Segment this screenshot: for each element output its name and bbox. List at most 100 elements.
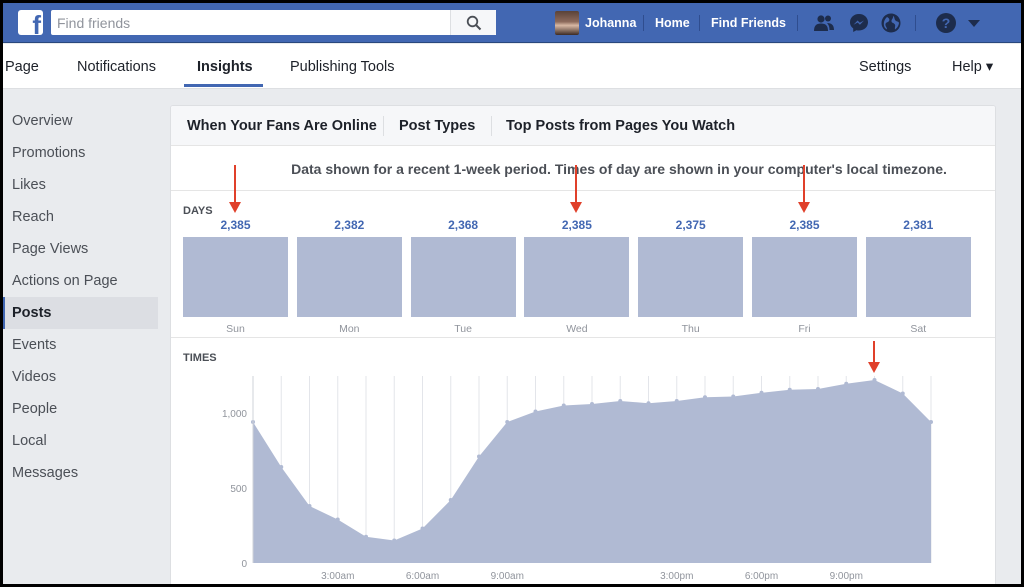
hour-point[interactable]	[307, 504, 312, 508]
avatar	[555, 11, 579, 35]
day-value-label: 2,385	[561, 218, 592, 232]
divider	[643, 15, 644, 31]
day-value-label: 2,385	[220, 218, 251, 232]
day-name-label: Mon	[339, 323, 360, 335]
day-name-label: Thu	[681, 323, 700, 335]
tab-notifications[interactable]: Notifications	[77, 59, 156, 75]
hour-point[interactable]	[477, 454, 481, 459]
user-name: Johanna	[585, 16, 637, 30]
x-tick-label: 6:00am	[406, 571, 439, 582]
x-tick-label: 9:00am	[491, 571, 524, 582]
hour-point[interactable]	[335, 517, 340, 522]
day-bar	[752, 237, 857, 317]
day-value-label: 2,385	[789, 218, 820, 232]
hour-point[interactable]	[533, 409, 538, 414]
tab-publishing-tools[interactable]: Publishing Tools	[290, 59, 395, 75]
tab-settings[interactable]: Settings	[859, 59, 911, 75]
hour-point[interactable]	[561, 403, 566, 408]
day-value-label: 2,368	[448, 218, 479, 232]
days-section-label: DAYS	[183, 205, 213, 217]
search-input[interactable]	[51, 10, 496, 35]
arrow-fri	[797, 165, 810, 213]
hour-point[interactable]	[364, 534, 368, 539]
day-bar	[183, 237, 288, 317]
day-value-label: 2,382	[334, 218, 365, 232]
search-button[interactable]	[450, 10, 496, 35]
hour-point[interactable]	[646, 401, 651, 406]
times-area-chart: 0 500 1,000 3:00am 6:00am 9:00am 3:00pm 6:00pm 9…	[222, 376, 933, 582]
hour-point[interactable]	[392, 538, 397, 543]
x-tick-label: 3:00am	[321, 571, 354, 582]
hour-point[interactable]	[787, 387, 792, 392]
hour-point[interactable]	[505, 420, 510, 424]
x-tick-label: 9:00pm	[830, 571, 863, 582]
page-tabs: Page Notifications Insights Publishing T…	[3, 44, 1021, 89]
hour-point[interactable]	[731, 394, 736, 399]
sidebar-item-people[interactable]: People	[3, 393, 158, 425]
hour-point[interactable]	[929, 420, 933, 424]
hour-point[interactable]	[420, 526, 425, 531]
tab-page[interactable]: Page	[5, 59, 39, 75]
tab-top-posts[interactable]: Top Posts from Pages You Watch	[506, 118, 735, 134]
divider	[797, 15, 798, 31]
times-section-label: TIMES	[183, 352, 217, 364]
profile-link[interactable]: Johanna	[555, 11, 636, 35]
find-friends-link[interactable]: Find Friends	[711, 16, 786, 30]
divider	[915, 15, 916, 31]
sidebar-item-actions-on-page[interactable]: Actions on Page	[3, 265, 158, 297]
notifications-globe-icon[interactable]	[880, 12, 902, 34]
help-icon[interactable]: ?	[935, 12, 957, 34]
messenger-icon[interactable]	[848, 12, 870, 34]
help-menu[interactable]: Help ▾	[952, 59, 993, 75]
sidebar-item-promotions[interactable]: Promotions	[3, 137, 158, 169]
x-tick-label: 3:00pm	[660, 571, 693, 582]
y-tick-label: 1,000	[222, 409, 247, 420]
tab-post-types[interactable]: Post Types	[399, 118, 475, 134]
home-link[interactable]: Home	[655, 16, 690, 30]
top-bar: f Johanna Home Find Friends	[3, 3, 1021, 43]
search-icon	[466, 15, 481, 30]
day-bar	[410, 237, 516, 317]
sidebar-item-events[interactable]: Events	[3, 329, 158, 361]
hour-point[interactable]	[674, 399, 679, 403]
sidebar-item-videos[interactable]: Videos	[3, 361, 158, 393]
hour-point[interactable]	[590, 402, 594, 406]
sidebar-item-likes[interactable]: Likes	[3, 169, 158, 201]
sidebar-item-page-views[interactable]: Page Views	[3, 233, 158, 265]
hour-point[interactable]	[448, 498, 453, 502]
day-bar	[524, 237, 630, 317]
hour-point[interactable]	[844, 381, 849, 386]
sidebar-item-overview[interactable]: Overview	[3, 105, 158, 137]
hour-point[interactable]	[618, 399, 623, 403]
account-menu-chevron-down-icon[interactable]	[963, 12, 985, 34]
day-name-label: Tue	[454, 323, 472, 335]
hour-point[interactable]	[279, 465, 284, 469]
day-name-label: Sat	[910, 323, 927, 335]
facebook-logo-icon[interactable]: f	[18, 10, 43, 38]
hour-point[interactable]	[872, 378, 877, 382]
hour-point[interactable]	[900, 391, 905, 396]
day-bar	[865, 237, 971, 317]
tab-when-fans-online[interactable]: When Your Fans Are Online	[187, 118, 377, 134]
sidebar-item-reach[interactable]: Reach	[3, 201, 158, 233]
active-tab-indicator	[184, 84, 263, 87]
tab-insights[interactable]: Insights	[197, 59, 253, 75]
insights-sidebar: Overview Promotions Likes Reach Page Vie…	[3, 105, 158, 489]
hour-point[interactable]	[816, 387, 820, 391]
sidebar-item-local[interactable]: Local	[3, 425, 158, 457]
sidebar-item-posts[interactable]: Posts	[3, 297, 158, 329]
y-tick-label: 500	[230, 484, 247, 495]
arrow-wed	[569, 165, 582, 213]
day-name-label: Fri	[798, 323, 811, 335]
day-name-label: Wed	[566, 323, 588, 335]
hour-point[interactable]	[759, 390, 764, 395]
x-tick-label: 6:00pm	[745, 571, 778, 582]
svg-text:?: ?	[942, 15, 951, 31]
day-value-label: 2,375	[675, 218, 706, 232]
posts-subtabs: When Your Fans Are Online Post Types Top…	[171, 106, 995, 146]
sidebar-item-messages[interactable]: Messages	[3, 457, 158, 489]
friend-requests-icon[interactable]	[813, 12, 835, 34]
hour-point[interactable]	[703, 395, 707, 400]
day-name-label: Sun	[226, 323, 245, 335]
divider	[699, 15, 700, 31]
